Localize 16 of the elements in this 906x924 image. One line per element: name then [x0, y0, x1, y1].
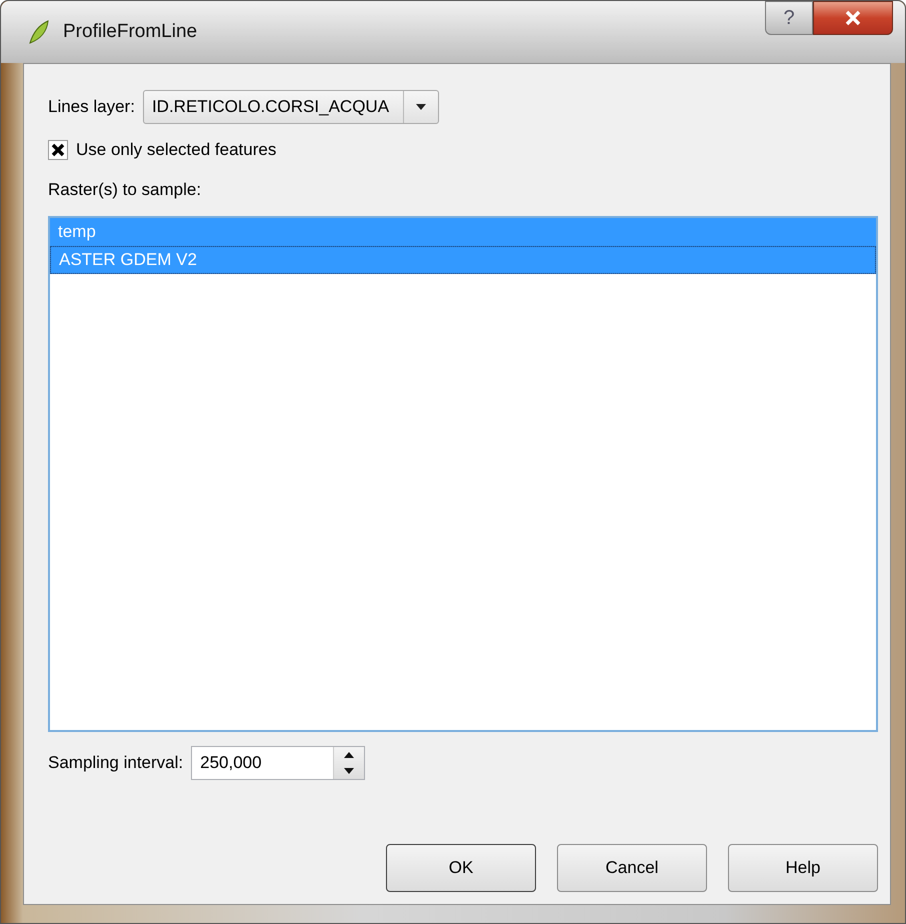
help-button[interactable]: ? — [765, 1, 813, 35]
leaf-icon — [27, 19, 51, 45]
dialog-button[interactable]: OK — [386, 844, 536, 892]
checkbox-label[interactable]: Use only selected features — [76, 140, 276, 160]
window-title: ProfileFromLine — [63, 21, 198, 43]
close-button[interactable] — [813, 1, 893, 35]
interval-spinbox[interactable]: 250,000 — [191, 746, 366, 780]
dialog-button[interactable]: Cancel — [557, 844, 707, 892]
layer-dropdown[interactable]: ID.RETICOLO.CORSI_ACQUA — [142, 90, 440, 124]
field-label: Lines layer: — [48, 97, 135, 117]
caret-icon — [416, 104, 426, 110]
dialog-button[interactable]: Help — [728, 844, 878, 892]
list-label: Raster(s) to sample: — [48, 180, 202, 200]
close-icon — [844, 10, 862, 26]
field-label: Sampling interval: — [48, 753, 184, 773]
checkbox[interactable] — [48, 140, 68, 160]
